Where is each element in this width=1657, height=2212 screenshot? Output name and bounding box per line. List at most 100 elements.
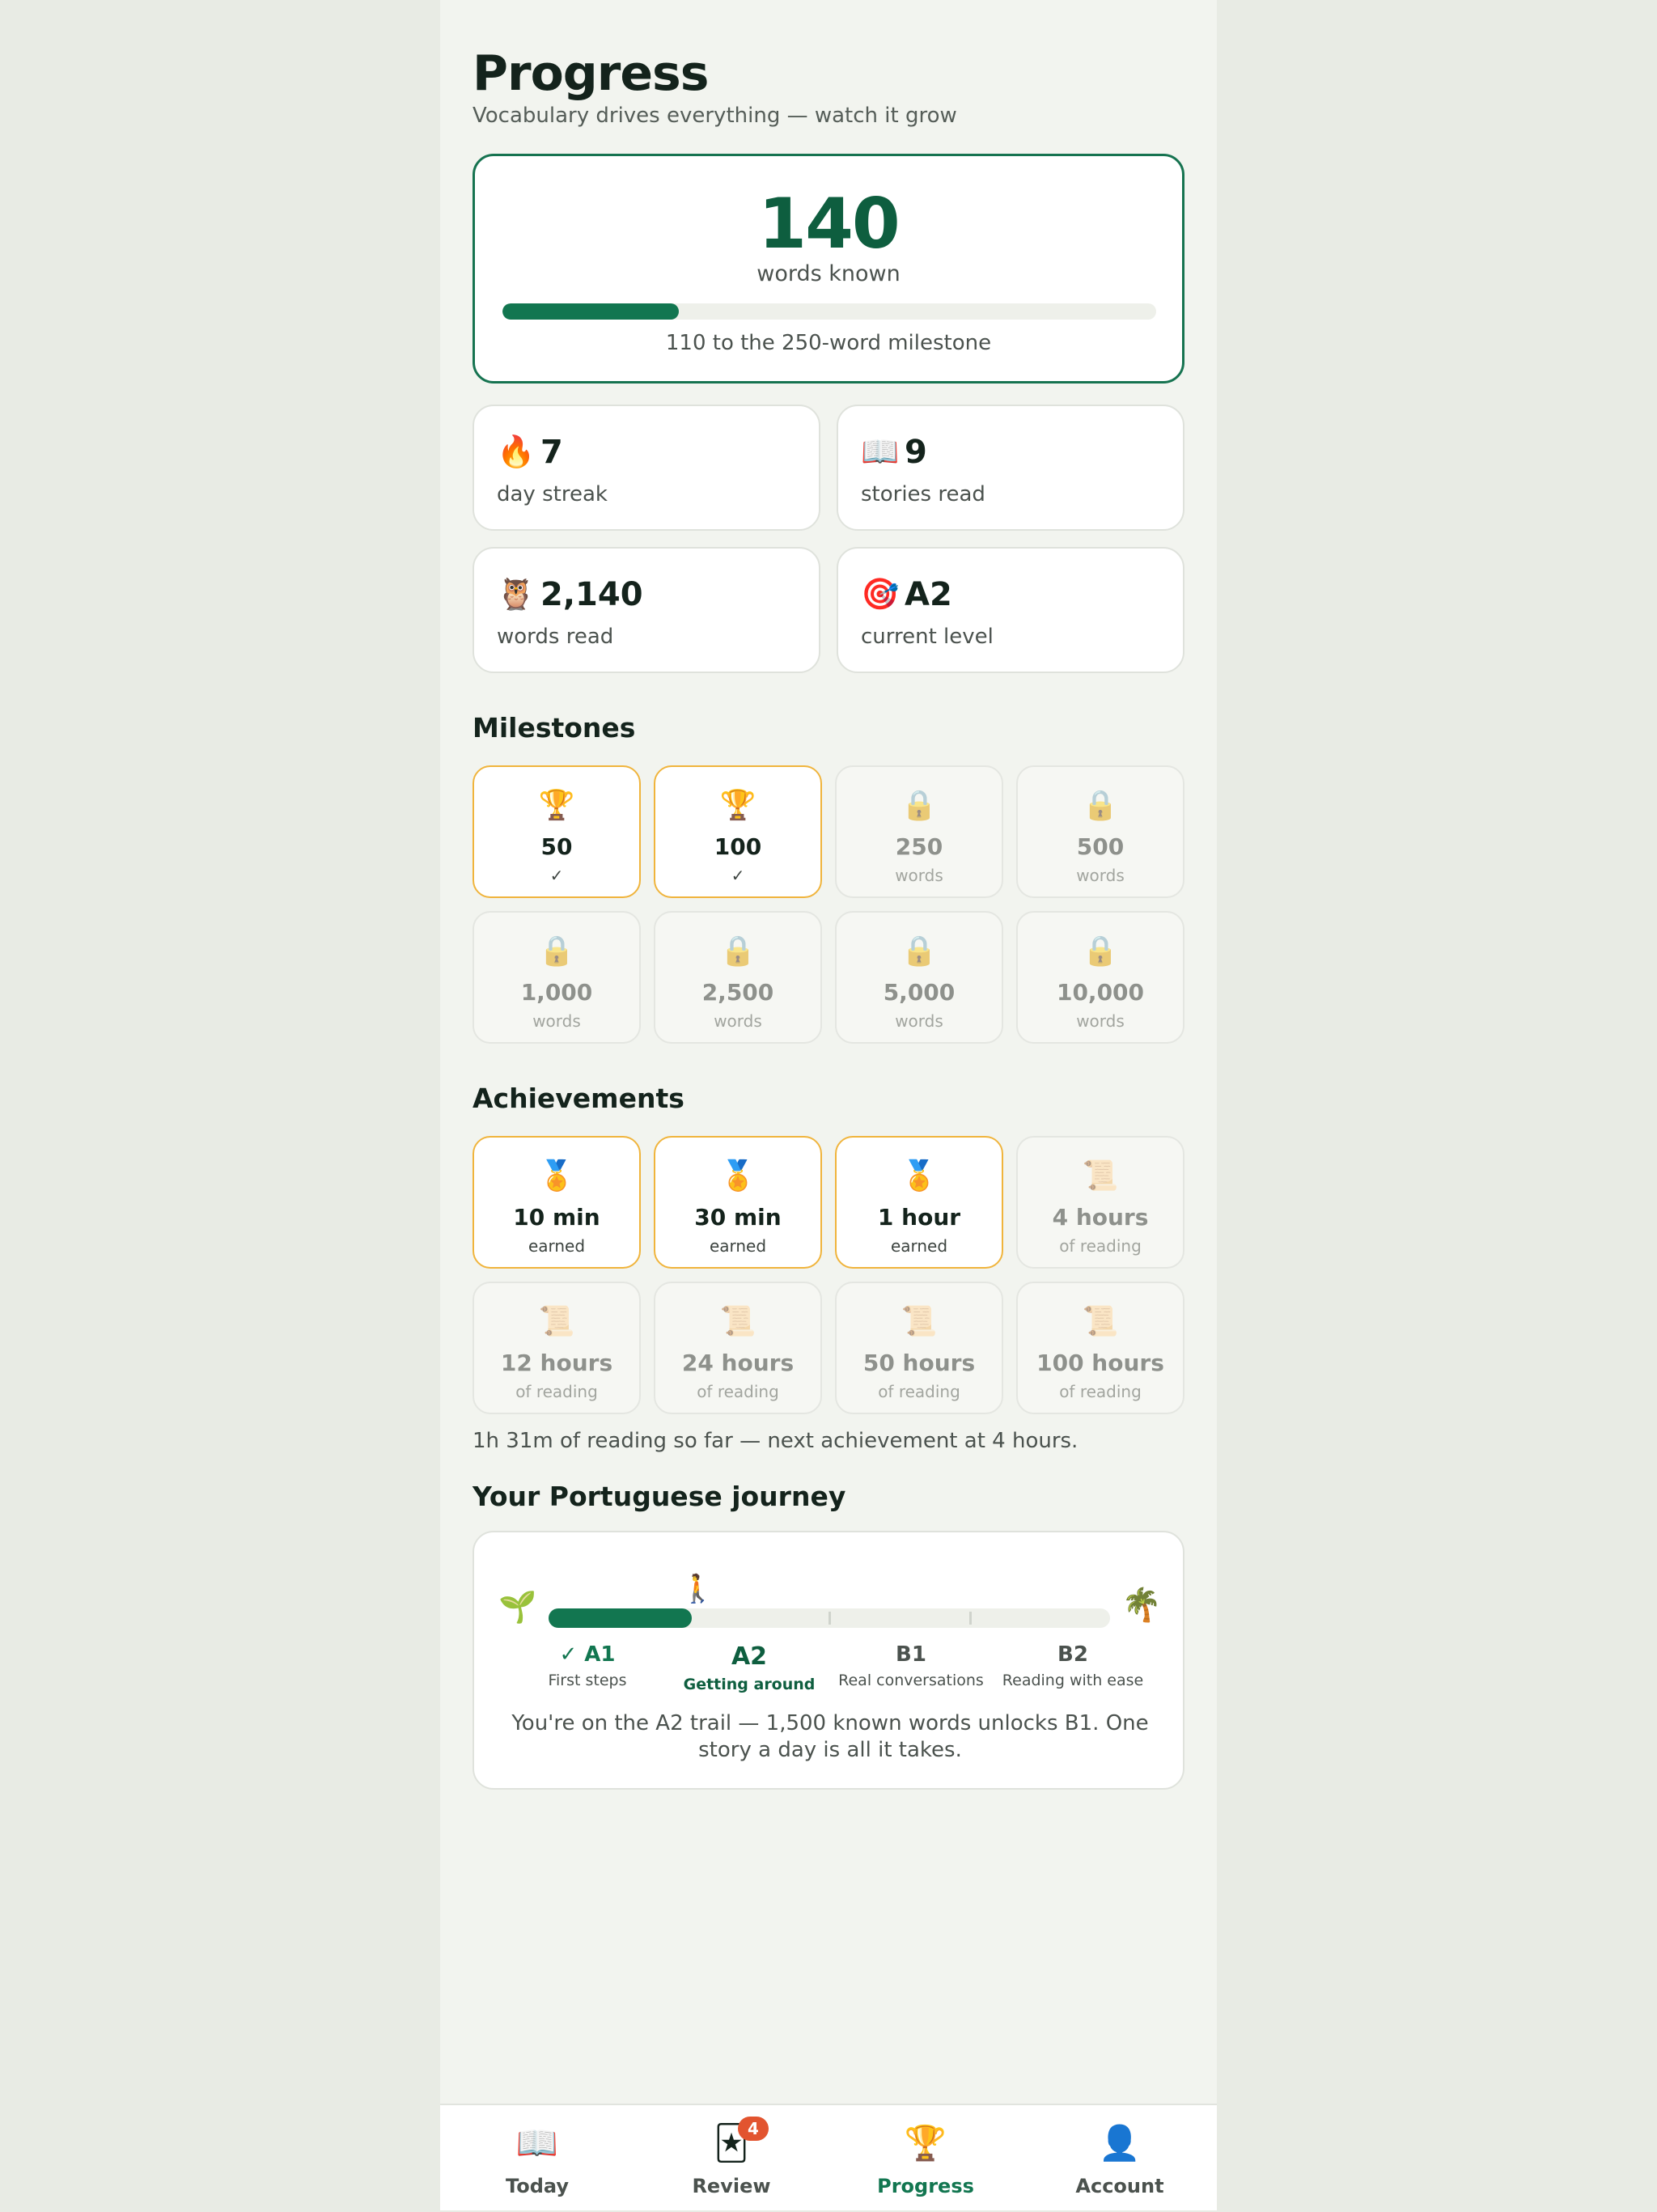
person-icon: 👤 <box>1098 2123 1142 2163</box>
lock-icon: 🔒 <box>901 789 938 822</box>
nav-item-progress[interactable]: 🏆 Progress <box>828 2105 1023 2212</box>
achievement-caption: of reading <box>1059 1382 1142 1401</box>
cards-icon: 🃏 <box>714 2123 749 2163</box>
achievement-value: 10 min <box>513 1204 600 1231</box>
stage-code: B2 <box>1057 1642 1088 1667</box>
milestone-value: 2,500 <box>701 979 774 1006</box>
journey-message: You're on the A2 trail — 1,500 known wor… <box>511 1711 1149 1762</box>
journey-stage-a2: A2 Getting around <box>668 1642 830 1693</box>
achievement-value: 30 min <box>694 1204 782 1231</box>
owl-icon: 🦉 <box>497 576 536 612</box>
milestones-title: Milestones <box>473 712 636 744</box>
stat-card-streak: 🔥 7 day streak <box>473 405 820 531</box>
milestone-value: 1,000 <box>520 979 593 1006</box>
trophy-icon: 🏆 <box>904 2123 947 2163</box>
page-subtitle: Vocabulary drives everything — watch it … <box>473 104 957 128</box>
target-icon: 🎯 <box>861 576 900 612</box>
bottom-nav: 📖 Today 🃏 4 Review 🏆 Progress 👤 Account <box>440 2104 1217 2210</box>
journey-tick <box>828 1612 831 1625</box>
milestone-caption: words <box>1076 1011 1125 1031</box>
stage-description: First steps <box>548 1672 627 1689</box>
milestone-caption: words <box>895 1011 943 1031</box>
achievement-caption: of reading <box>1059 1236 1142 1256</box>
milestone-caption: words <box>714 1011 762 1031</box>
stage-description: Real conversations <box>838 1672 984 1689</box>
achievement-tile: 🏅 1 hour earned <box>835 1136 1003 1269</box>
journey-stage-b1: B1 Real conversations <box>830 1642 992 1689</box>
nav-item-review[interactable]: 🃏 4 Review <box>634 2105 828 2212</box>
achievement-value: 50 hours <box>862 1350 976 1376</box>
stage-code: A2 <box>731 1642 768 1671</box>
lock-icon: 🔒 <box>1082 934 1119 968</box>
app-screen: Progress Vocabulary drives everything — … <box>440 0 1217 2210</box>
stat-label: stories read <box>861 482 985 506</box>
stat-value: 9 <box>905 434 927 471</box>
words-known-count: 140 <box>758 184 901 265</box>
scroll-icon: 📜 <box>1082 1159 1119 1193</box>
fire-icon: 🔥 <box>497 434 536 469</box>
journey-tick <box>969 1612 972 1625</box>
medal-icon: 🏅 <box>901 1159 938 1193</box>
achievement-value: 1 hour <box>877 1204 961 1231</box>
page-title: Progress <box>473 45 709 102</box>
achievement-tile: 📜 12 hours of reading <box>473 1282 641 1414</box>
stat-value: A2 <box>905 576 952 613</box>
milestone-value: 250 <box>895 833 943 860</box>
scroll-icon: 📜 <box>538 1305 575 1338</box>
nav-label: Account <box>1075 2175 1164 2197</box>
words-known-label: words known <box>756 261 901 286</box>
nav-label: Review <box>692 2175 771 2197</box>
achievement-caption: of reading <box>515 1382 598 1401</box>
journey-stage-a1: ✓ A1 First steps <box>506 1642 668 1689</box>
medal-icon: 🏅 <box>719 1159 756 1193</box>
lock-icon: 🔒 <box>901 934 938 968</box>
achievements-title: Achievements <box>473 1083 684 1114</box>
milestone-caption: ✓ <box>549 866 564 885</box>
stat-label: words read <box>497 625 614 649</box>
lock-icon: 🔒 <box>719 934 756 968</box>
nav-label: Today <box>506 2175 569 2197</box>
achievement-value: 4 hours <box>1052 1204 1149 1231</box>
reading-time-note: 1h 31m of reading so far — next achievem… <box>473 1429 1079 1453</box>
journey-progress-fill <box>549 1608 692 1628</box>
nav-item-account[interactable]: 👤 Account <box>1023 2105 1217 2212</box>
stat-value: 2,140 <box>540 576 643 613</box>
nav-item-today[interactable]: 📖 Today <box>440 2105 634 2212</box>
milestone-progress-fill <box>502 303 680 320</box>
achievement-tile: 📜 4 hours of reading <box>1016 1136 1184 1269</box>
achievement-caption: of reading <box>697 1382 779 1401</box>
trophy-icon: 🏆 <box>538 789 575 822</box>
milestone-progress-bar <box>502 303 1156 320</box>
stat-value: 7 <box>540 434 563 471</box>
achievement-caption: earned <box>890 1236 948 1256</box>
achievement-tile: 📜 100 hours of reading <box>1016 1282 1184 1414</box>
milestone-tile: 🔒 10,000 words <box>1016 911 1184 1044</box>
milestone-value: 50 <box>540 833 573 860</box>
words-known-card: 140 words known 110 to the 250-word mile… <box>473 154 1184 383</box>
stat-label: day streak <box>497 482 608 506</box>
milestone-tile: 🏆 100 ✓ <box>654 765 822 898</box>
stat-card-stories: 📖 9 stories read <box>837 405 1184 531</box>
stage-description: Getting around <box>683 1676 816 1693</box>
book-icon: 📖 <box>515 2123 559 2163</box>
stage-code: ✓ A1 <box>559 1642 616 1667</box>
scroll-icon: 📜 <box>1082 1305 1119 1338</box>
milestone-tile: 🔒 5,000 words <box>835 911 1003 1044</box>
stage-code: B1 <box>896 1642 926 1667</box>
milestone-tile: 🔒 1,000 words <box>473 911 641 1044</box>
milestone-tile: 🔒 500 words <box>1016 765 1184 898</box>
trophy-icon: 🏆 <box>719 789 756 822</box>
review-count-badge: 4 <box>738 2117 769 2141</box>
achievement-tile: 📜 50 hours of reading <box>835 1282 1003 1414</box>
milestone-tile: 🔒 250 words <box>835 765 1003 898</box>
milestone-caption: words <box>895 866 943 885</box>
journey-title: Your Portuguese journey <box>473 1481 846 1512</box>
stage-description: Reading with ease <box>1002 1672 1144 1689</box>
achievement-tile: 🏅 30 min earned <box>654 1136 822 1269</box>
milestone-tile: 🏆 50 ✓ <box>473 765 641 898</box>
journey-track <box>549 1608 1110 1628</box>
milestone-caption: words <box>1076 866 1125 885</box>
milestone-value: 100 <box>714 833 762 860</box>
milestone-tile: 🔒 2,500 words <box>654 911 822 1044</box>
achievement-value: 12 hours <box>500 1350 613 1376</box>
